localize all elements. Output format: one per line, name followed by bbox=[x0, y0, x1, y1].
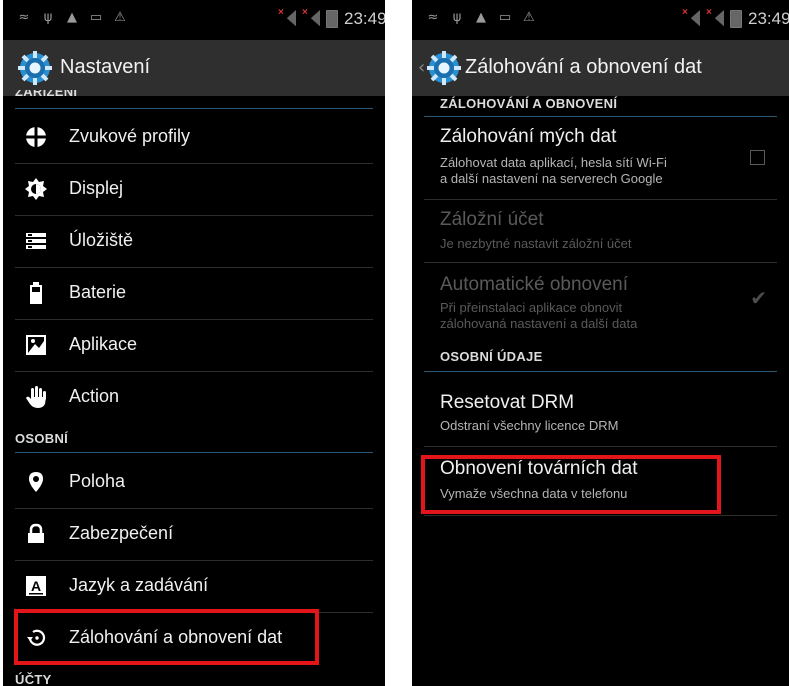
action-bar: ‹ Zálohování a obnovení dat bbox=[412, 40, 789, 96]
sound-profile-icon bbox=[25, 126, 47, 148]
section-header-personal: OSOBNÍ bbox=[15, 431, 69, 446]
keyboard-a-icon: A bbox=[26, 576, 46, 596]
page-title: Zálohování a obnovení dat bbox=[465, 56, 702, 78]
warning-icon: ⚠ bbox=[114, 10, 126, 25]
section-header-personal-data: OSOBNÍ ÚDAJE bbox=[440, 349, 543, 364]
settings-gear-icon[interactable] bbox=[426, 50, 462, 86]
signal-sim2-icon: × bbox=[706, 7, 724, 28]
pref-title: Resetovat DRM bbox=[440, 392, 575, 413]
battery-icon bbox=[30, 282, 42, 304]
pref-summary: Odstraní všechny licence DRM bbox=[440, 418, 619, 433]
status-bar: ≈ ψ ▲ ▭ ⚠ × × 23:49 bbox=[3, 0, 385, 40]
settings-item-label: Action bbox=[69, 386, 120, 406]
signal-sim1-icon: × bbox=[682, 7, 700, 28]
pref-reset-drm[interactable]: Resetovat DRM Odstraní všechny licence D… bbox=[412, 376, 789, 444]
divider bbox=[424, 515, 777, 516]
settings-item-label: Jazyk a zadávání bbox=[69, 575, 209, 595]
settings-item-label: Displej bbox=[69, 178, 124, 198]
usb-icon: ψ bbox=[452, 10, 462, 25]
notification-icons: ≈ ψ ▲ ▭ ⚠ bbox=[426, 11, 536, 25]
header-divider bbox=[424, 371, 777, 372]
back-chevron-icon[interactable]: ‹ bbox=[418, 57, 425, 78]
divider bbox=[424, 199, 777, 200]
signal-sim2-icon: × bbox=[302, 7, 320, 28]
header-divider bbox=[424, 116, 777, 117]
pref-summary: a další nastavení na serverech Google bbox=[440, 171, 663, 186]
status-clock: 23:49 bbox=[344, 9, 385, 28]
settings-item-security[interactable]: Zabezpečení bbox=[3, 509, 385, 560]
lock-icon bbox=[28, 523, 44, 543]
settings-gear-icon[interactable] bbox=[17, 50, 53, 86]
settings-item-apps[interactable]: Aplikace bbox=[3, 320, 385, 371]
auto-restore-checkmark-icon: ✔ bbox=[750, 286, 767, 310]
highlight-backup-restore bbox=[14, 609, 319, 665]
settings-item-label: Poloha bbox=[69, 471, 126, 491]
settings-item-label: Zabezpečení bbox=[69, 523, 174, 543]
pref-summary: Zálohovat data aplikací, hesla sítí Wi-F… bbox=[440, 155, 667, 170]
notification-icons: ≈ ψ ▲ ▭ ⚠ bbox=[17, 11, 127, 25]
settings-screen: ≈ ψ ▲ ▭ ⚠ × × 23:49 Nastavení ZAŘÍZENÍ Z… bbox=[3, 0, 385, 686]
settings-item-language-input[interactable]: A Jazyk a zadávání bbox=[3, 561, 385, 612]
settings-item-display[interactable]: Displej bbox=[3, 164, 385, 215]
usb-icon: ψ bbox=[43, 10, 53, 25]
header-divider bbox=[15, 452, 373, 453]
highlight-factory-reset bbox=[421, 455, 721, 514]
section-header-device: ZAŘÍZENÍ bbox=[15, 90, 78, 99]
warning-icon: ⚠ bbox=[523, 10, 535, 25]
lock-notification-icon: ▲ bbox=[67, 10, 77, 25]
svg-text:A: A bbox=[31, 578, 41, 594]
apps-icon bbox=[26, 335, 46, 355]
page-title: Nastavení bbox=[60, 56, 151, 78]
pref-summary: Při přeinstalaci aplikace obnovit bbox=[440, 300, 623, 315]
status-clock: 23:49 bbox=[748, 9, 789, 28]
pref-auto-restore: Automatické obnovení Při přeinstalaci ap… bbox=[412, 264, 789, 338]
signal-sim1-icon: × bbox=[278, 7, 296, 28]
lock-notification-icon: ▲ bbox=[476, 10, 486, 25]
pref-title: Automatické obnovení bbox=[440, 274, 629, 295]
settings-item-location[interactable]: Poloha bbox=[3, 457, 385, 508]
settings-item-battery[interactable]: Baterie bbox=[3, 268, 385, 319]
battery-status-icon bbox=[326, 10, 338, 28]
pref-backup-account: Záložní účet Je nezbytné nastavit záložn… bbox=[412, 201, 789, 261]
backup-restore-screen: ≈ ψ ▲ ▭ ⚠ × × 23:49 ‹ Zálohování a obnov… bbox=[412, 0, 789, 686]
settings-item-storage[interactable]: Úložiště bbox=[3, 216, 385, 267]
action-bar: Nastavení bbox=[3, 40, 385, 96]
battery-status-icon bbox=[730, 10, 742, 28]
status-right: × × 23:49 bbox=[682, 7, 789, 29]
wifi-icon: ≈ bbox=[18, 10, 30, 25]
settings-item-label: Baterie bbox=[69, 282, 127, 302]
storage-icon bbox=[26, 233, 46, 249]
status-right: × × 23:49 bbox=[278, 7, 385, 29]
location-pin-icon bbox=[29, 472, 43, 492]
settings-item-label: Zvukové profily bbox=[69, 126, 191, 146]
settings-item-action[interactable]: Action bbox=[3, 372, 385, 423]
pref-backup-my-data[interactable]: Zálohování mých dat Zálohovat data aplik… bbox=[412, 120, 789, 196]
header-divider bbox=[15, 108, 373, 109]
pref-summary: zálohovaná nastavení a další data bbox=[440, 316, 638, 331]
image-notification-icon: ▭ bbox=[498, 10, 512, 25]
pref-summary: Je nezbytné nastavit záložní účet bbox=[440, 236, 632, 251]
settings-item-label: Aplikace bbox=[69, 334, 138, 354]
backup-my-data-checkbox[interactable] bbox=[750, 150, 765, 165]
image-notification-icon: ▭ bbox=[89, 10, 103, 25]
divider bbox=[424, 446, 777, 447]
settings-item-sound-profiles[interactable]: Zvukové profily bbox=[3, 112, 385, 163]
section-header-backup-restore: ZÁLOHOVÁNÍ A OBNOVENÍ bbox=[440, 96, 618, 111]
pref-title: Záložní účet bbox=[440, 209, 544, 230]
hand-icon bbox=[26, 386, 46, 408]
section-header-accounts: ÚČTY bbox=[15, 672, 52, 686]
settings-item-label: Úložiště bbox=[69, 230, 134, 250]
divider bbox=[424, 262, 777, 263]
wifi-icon: ≈ bbox=[427, 10, 439, 25]
pref-title: Zálohování mých dat bbox=[440, 126, 617, 147]
status-bar: ≈ ψ ▲ ▭ ⚠ × × 23:49 bbox=[412, 0, 789, 40]
display-icon bbox=[25, 178, 47, 200]
